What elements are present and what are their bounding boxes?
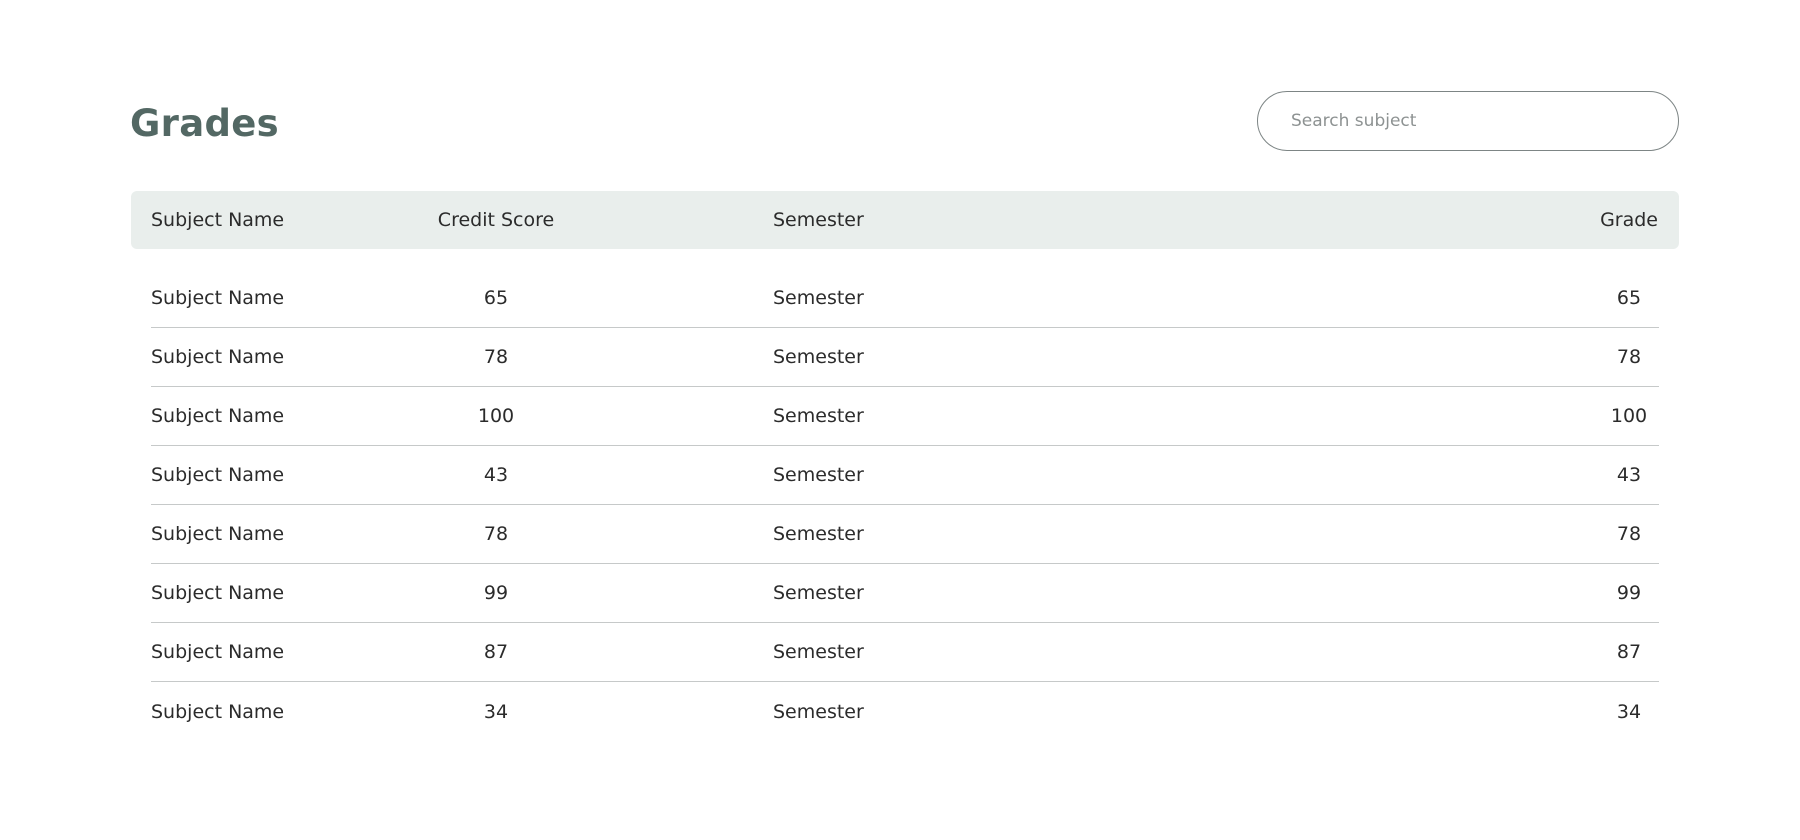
cell-semester: Semester	[773, 641, 864, 663]
cell-semester: Semester	[773, 464, 864, 486]
cell-credit-score: 43	[483, 464, 509, 486]
cell-grade: 43	[1616, 464, 1642, 486]
column-header-grade[interactable]: Grade	[1479, 209, 1679, 231]
cell-credit-score: 65	[483, 287, 509, 309]
cell-semester: Semester	[773, 700, 864, 723]
cell-semester: Semester	[773, 287, 864, 309]
cell-grade: 34	[1616, 700, 1642, 723]
table-header: Subject Name Credit Score Semester Grade	[131, 191, 1679, 249]
column-header-semester[interactable]: Semester	[631, 209, 1479, 231]
cell-credit-score: 87	[483, 641, 509, 663]
table-row[interactable]: Subject Name 99 Semester 99	[151, 564, 1659, 623]
cell-credit-score: 99	[483, 582, 509, 604]
table-row[interactable]: Subject Name 34 Semester 34	[151, 682, 1659, 741]
cell-credit-score: 78	[483, 346, 509, 368]
cell-semester: Semester	[773, 346, 864, 368]
table-row[interactable]: Subject Name 65 Semester 65	[151, 269, 1659, 328]
cell-grade: 99	[1616, 582, 1642, 604]
cell-grade: 100	[1610, 405, 1648, 427]
cell-grade: 78	[1616, 523, 1642, 545]
cell-grade: 65	[1616, 287, 1642, 309]
cell-grade: 78	[1616, 346, 1642, 368]
cell-credit-score: 34	[483, 700, 509, 723]
cell-credit-score: 78	[483, 523, 509, 545]
table-row[interactable]: Subject Name 78 Semester 78	[151, 505, 1659, 564]
page-title: Grades	[130, 102, 279, 145]
cell-semester: Semester	[773, 582, 864, 604]
cell-credit-score: 100	[477, 405, 515, 427]
cell-grade: 87	[1616, 641, 1642, 663]
table-body: Subject Name 65 Semester 65 Subject Name…	[131, 269, 1679, 741]
table-row[interactable]: Subject Name 100 Semester 100	[151, 387, 1659, 446]
search-input[interactable]	[1257, 91, 1679, 151]
cell-semester: Semester	[773, 405, 864, 427]
table-row[interactable]: Subject Name 87 Semester 87	[151, 623, 1659, 682]
table-row[interactable]: Subject Name 78 Semester 78	[151, 328, 1659, 387]
column-header-credit-score[interactable]: Credit Score	[361, 209, 631, 231]
table-row[interactable]: Subject Name 43 Semester 43	[151, 446, 1659, 505]
cell-semester: Semester	[773, 523, 864, 545]
grades-table: Subject Name Credit Score Semester Grade…	[131, 191, 1679, 741]
